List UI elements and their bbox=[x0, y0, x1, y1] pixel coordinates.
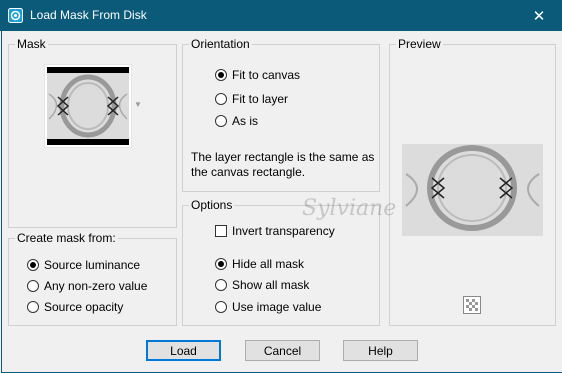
source-luminance-label: Source luminance bbox=[44, 258, 141, 272]
radio-dot-source-opacity bbox=[27, 301, 39, 313]
close-icon: ✕ bbox=[532, 7, 546, 25]
show-all-mask-label: Show all mask bbox=[232, 278, 310, 292]
preview-image bbox=[402, 144, 543, 236]
orientation-legend: Orientation bbox=[189, 37, 252, 52]
mask-thumbnail-dropdown[interactable]: ▼ bbox=[43, 63, 142, 149]
radio-source-luminance[interactable]: Source luminance bbox=[27, 258, 140, 272]
title-bar: Load Mask From Disk ✕ bbox=[0, 0, 562, 31]
radio-fit-to-layer[interactable]: Fit to layer bbox=[215, 92, 288, 106]
load-button[interactable]: Load bbox=[146, 340, 221, 361]
radio-use-image-value[interactable]: Use image value bbox=[215, 300, 321, 314]
any-non-zero-value-label: Any non-zero value bbox=[44, 279, 148, 293]
app-icon bbox=[8, 8, 23, 23]
as-is-label: As is bbox=[232, 114, 259, 128]
radio-dot-fit-to-layer bbox=[215, 93, 227, 105]
radio-fit-to-canvas[interactable]: Fit to canvas bbox=[215, 68, 300, 82]
dropdown-arrow-icon: ▼ bbox=[134, 100, 142, 109]
radio-dot-as-is bbox=[215, 115, 227, 127]
radio-dot-any-non-zero-value bbox=[27, 280, 39, 292]
radio-any-non-zero-value[interactable]: Any non-zero value bbox=[27, 279, 147, 293]
radio-as-is[interactable]: As is bbox=[215, 114, 258, 128]
orientation-group: Orientation Fit to canvas Fit to layer A… bbox=[182, 37, 380, 192]
preview-group: Preview bbox=[389, 37, 556, 326]
invert-transparency-label: Invert transparency bbox=[232, 224, 335, 238]
mask-legend: Mask bbox=[15, 37, 48, 52]
use-image-value-label: Use image value bbox=[232, 300, 322, 314]
mask-thumbnail bbox=[43, 63, 133, 149]
help-button[interactable]: Help bbox=[343, 340, 418, 361]
radio-dot-show-all-mask bbox=[215, 279, 227, 291]
create-mask-from-group: Create mask from: Source luminance Any n… bbox=[8, 231, 177, 326]
preview-legend: Preview bbox=[396, 37, 443, 52]
options-legend: Options bbox=[189, 198, 235, 213]
window-title: Load Mask From Disk bbox=[30, 8, 147, 22]
orientation-note: The layer rectangle is the same as the c… bbox=[191, 150, 375, 179]
fit-to-layer-label: Fit to layer bbox=[232, 92, 289, 106]
transparency-checker-icon[interactable] bbox=[463, 296, 481, 314]
radio-show-all-mask[interactable]: Show all mask bbox=[215, 278, 309, 292]
radio-hide-all-mask[interactable]: Hide all mask bbox=[215, 257, 304, 271]
create-mask-from-legend: Create mask from: bbox=[15, 231, 118, 246]
source-opacity-label: Source opacity bbox=[44, 300, 124, 314]
invert-transparency-checkbox[interactable]: Invert transparency bbox=[215, 224, 335, 238]
watermark: Sylviane bbox=[302, 196, 397, 221]
close-button[interactable]: ✕ bbox=[516, 0, 562, 31]
radio-source-opacity[interactable]: Source opacity bbox=[27, 300, 123, 314]
radio-dot-hide-all-mask bbox=[215, 258, 227, 270]
fit-to-canvas-label: Fit to canvas bbox=[232, 68, 301, 82]
cancel-button[interactable]: Cancel bbox=[245, 340, 320, 361]
mask-group: Mask ▼ bbox=[8, 37, 177, 228]
radio-dot-source-luminance bbox=[27, 259, 39, 271]
radio-dot-use-image-value bbox=[215, 301, 227, 313]
invert-transparency-box bbox=[215, 225, 227, 237]
options-group: Options Invert transparency Hide all mas… bbox=[182, 198, 380, 326]
dialog-body: Mask ▼ Create mask from: Source luminanc… bbox=[1, 31, 562, 373]
radio-dot-fit-to-canvas bbox=[215, 69, 227, 81]
hide-all-mask-label: Hide all mask bbox=[232, 257, 305, 271]
